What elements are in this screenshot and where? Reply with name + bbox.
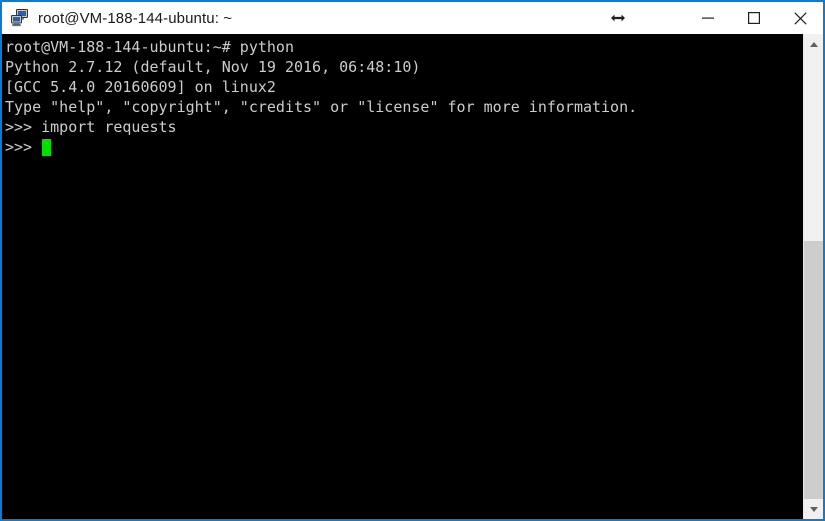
terminal-line: [GCC 5.4.0 20160609] on linux2 bbox=[5, 78, 276, 96]
terminal-prompt: >>> bbox=[5, 138, 42, 156]
scrollbar-thumb[interactable] bbox=[804, 240, 823, 499]
title-bar-left: root@VM-188-144-ubuntu: ~ bbox=[2, 2, 595, 34]
minimize-button[interactable] bbox=[685, 2, 731, 34]
window-controls bbox=[595, 2, 823, 34]
terminal-output-area[interactable]: root@VM-188-144-ubuntu:~# python Python … bbox=[2, 34, 803, 519]
maximize-button[interactable] bbox=[731, 2, 777, 34]
chevron-down-icon bbox=[809, 506, 818, 512]
terminal-prompt-line: >>> bbox=[5, 137, 803, 157]
terminal-window: root@VM-188-144-ubuntu: ~ root@VM-188-14… bbox=[0, 0, 825, 521]
terminal-cursor bbox=[42, 138, 52, 156]
chevron-up-icon bbox=[809, 41, 818, 47]
terminal-line: Python 2.7.12 (default, Nov 19 2016, 06:… bbox=[5, 58, 421, 76]
vertical-scrollbar[interactable] bbox=[803, 34, 823, 519]
terminal-line: root@VM-188-144-ubuntu:~# python bbox=[5, 38, 294, 56]
terminal-line: Type "help", "copyright", "credits" or "… bbox=[5, 98, 638, 116]
scroll-up-button[interactable] bbox=[804, 34, 823, 54]
close-button[interactable] bbox=[777, 2, 823, 34]
scrollbar-track[interactable] bbox=[804, 54, 823, 499]
scroll-down-button[interactable] bbox=[804, 499, 823, 519]
window-body: root@VM-188-144-ubuntu:~# python Python … bbox=[2, 34, 823, 519]
terminal-line: >>> import requests bbox=[5, 118, 177, 136]
putty-terminal-icon bbox=[10, 8, 30, 28]
horizontal-resize-icon[interactable] bbox=[595, 2, 641, 34]
title-bar[interactable]: root@VM-188-144-ubuntu: ~ bbox=[2, 2, 823, 34]
window-title: root@VM-188-144-ubuntu: ~ bbox=[38, 9, 233, 27]
